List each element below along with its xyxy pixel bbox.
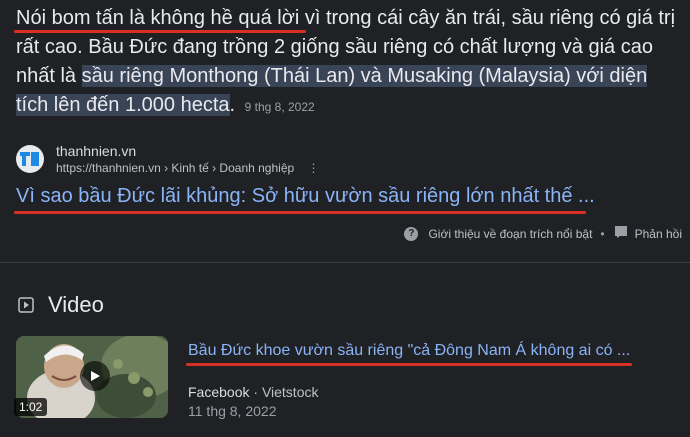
section-divider [0, 262, 690, 263]
help-icon[interactable]: ? [404, 226, 419, 241]
feedback-icon[interactable] [614, 226, 627, 241]
more-vert-icon[interactable]: ⋮ [308, 161, 320, 175]
video-publisher: Facebook [188, 384, 250, 400]
result-source[interactable]: thanhnien.vn https://thanhnien.vn › Kinh… [16, 142, 320, 176]
snippet-lead: Nói bom tấn là không hề quá lời [16, 7, 300, 29]
featured-snippet-text: Nói bom tấn là không hề quá lời vì trong… [16, 4, 676, 122]
annotation-underline [186, 363, 632, 366]
site-name: thanhnien.vn [56, 143, 137, 159]
play-button-icon[interactable] [80, 361, 110, 391]
video-play-icon [18, 297, 34, 313]
video-section-header: Video [18, 292, 104, 318]
result-title-link[interactable]: Vì sao bầu Đức lãi khủng: Sở hữu vườn sầ… [16, 185, 595, 208]
annotation-underline [14, 211, 586, 214]
snippet-date: 9 thg 8, 2022 [244, 100, 315, 114]
about-snippet-row: ? Giới thiệu về đoạn trích nổi bật • Phả… [404, 226, 682, 241]
meta-dot: · [249, 384, 262, 400]
video-date: 11 thg 8, 2022 [188, 403, 277, 419]
separator-dot: • [600, 226, 605, 241]
snippet-end: . [229, 94, 236, 116]
thanhnien-logo-icon [20, 152, 39, 166]
video-section-title: Video [48, 292, 104, 317]
feedback-link[interactable]: Phản hồi [635, 227, 682, 241]
site-favicon [16, 145, 44, 173]
video-title-link[interactable]: Bầu Đức khoe vườn sầu riêng "cả Đông Nam… [188, 342, 630, 360]
snippet-highlight: sầu riêng Monthong (Thái Lan) và Musakin… [16, 65, 648, 116]
annotation-underline [14, 30, 306, 33]
video-duration: 1:02 [14, 398, 48, 416]
video-meta: Facebook · Vietstock [188, 384, 318, 400]
about-snippet-link[interactable]: Giới thiệu về đoạn trích nổi bật [428, 227, 592, 241]
video-channel: Vietstock [261, 384, 319, 400]
breadcrumb-text: https://thanhnien.vn › Kinh tế › Doanh n… [56, 161, 295, 175]
breadcrumb: https://thanhnien.vn › Kinh tế › Doanh n… [56, 160, 320, 176]
